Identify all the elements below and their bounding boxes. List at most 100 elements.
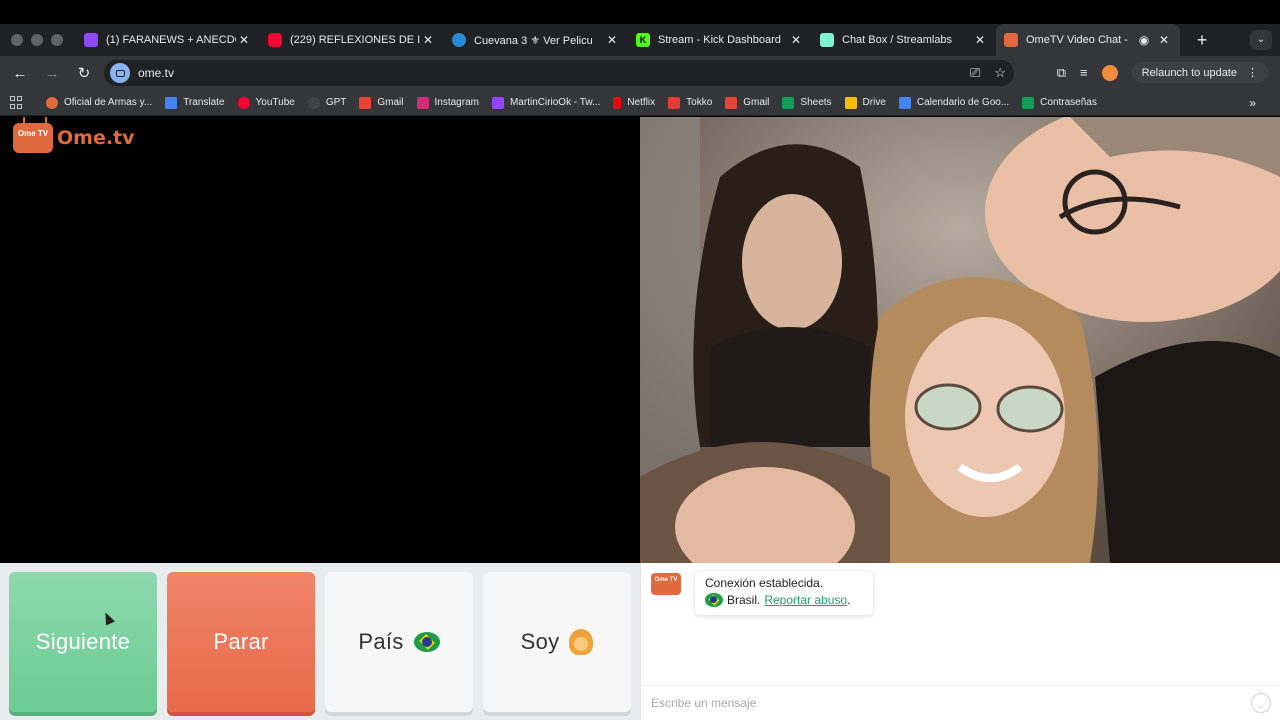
tab-2[interactable]: (229) REFLEXIONES DE I ✕ <box>260 24 444 56</box>
ometv-icon <box>1004 33 1018 47</box>
recording-icon: ◉ <box>1138 33 1150 47</box>
extensions-icon[interactable]: ⧉ <box>1057 65 1066 81</box>
cast-icon[interactable]: ⎚ <box>970 65 980 81</box>
apps-grid-icon[interactable] <box>10 95 24 110</box>
connection-status: Conexión establecida. <box>705 576 824 590</box>
streamlabs-icon <box>820 33 834 47</box>
stop-button[interactable]: Parar <box>167 572 315 712</box>
tab-4[interactable]: K Stream - Kick Dashboard ✕ <box>628 24 812 56</box>
tab-title: (229) REFLEXIONES DE I <box>290 34 420 46</box>
next-label: Siguiente <box>35 629 131 654</box>
next-button[interactable]: Siguiente <box>9 572 157 712</box>
bookmark-passwords[interactable]: Contraseñas <box>1022 96 1097 109</box>
minimize-window-button[interactable] <box>31 34 43 46</box>
profile-avatar[interactable] <box>1101 64 1118 81</box>
bookmark-label: Instagram <box>434 97 479 108</box>
bookmark-instagram[interactable]: Instagram <box>416 96 479 109</box>
brazil-flag-icon <box>705 593 723 607</box>
tab-search-icon[interactable]: ⌄ <box>1250 30 1272 50</box>
chat-logo-badge: Ome TV <box>654 577 678 583</box>
logo-text: Ome.tv <box>57 127 135 149</box>
new-tab-button[interactable]: + <box>1188 30 1216 51</box>
bookmark-twitch[interactable]: MartinCirioOk - Tw... <box>491 96 600 109</box>
logo-badge: Ome TV <box>17 129 49 138</box>
bookmark-tokko[interactable]: Tokko <box>668 96 713 109</box>
tab-title: (1) FARANEWS + ANECDO <box>106 34 236 46</box>
stop-label: Parar <box>213 629 269 654</box>
control-panel: Siguiente Parar País Soy <box>0 563 640 720</box>
bookmark-label: Tokko <box>686 97 713 108</box>
message-input[interactable] <box>651 696 1251 710</box>
partner-country: Brasil. <box>727 593 761 607</box>
bookmark-label: Calendario de Goo... <box>916 97 1010 108</box>
ometv-logo[interactable]: Ome TV Ome.tv <box>13 123 135 153</box>
tab-1[interactable]: (1) FARANEWS + ANECDO ✕ <box>76 24 260 56</box>
passwords-icon <box>1022 96 1035 109</box>
maximize-window-button[interactable] <box>51 34 63 46</box>
netflix-icon <box>613 96 622 109</box>
youtube-icon <box>237 96 250 109</box>
bookmark-label: YouTube <box>255 97 295 108</box>
bookmarks-bar: Oficial de Armas y... Translate YouTube … <box>0 90 1280 116</box>
instagram-icon <box>416 96 429 109</box>
bookmark-sheets[interactable]: Sheets <box>782 96 832 109</box>
close-tab-icon[interactable]: ✕ <box>604 33 620 47</box>
message-input-bar <box>641 685 1280 720</box>
country-button[interactable]: País <box>325 572 473 712</box>
kick-icon: K <box>636 33 650 47</box>
tab-title: OmeTV Video Chat - <box>1026 34 1128 46</box>
tab-6[interactable]: OmeTV Video Chat - ◉ ✕ <box>996 24 1180 56</box>
reload-icon[interactable]: ↻ <box>68 64 100 82</box>
bookmark-gpt[interactable]: GPT <box>307 96 346 109</box>
close-tab-icon[interactable]: ✕ <box>972 33 988 47</box>
bookmark-star-icon[interactable]: ☆ <box>994 65 1006 81</box>
translate-icon <box>165 96 178 109</box>
report-abuse-link[interactable]: Reportar abuso <box>764 593 847 607</box>
country-label: País <box>358 629 404 654</box>
bookmark-gmail[interactable]: Gmail <box>359 96 404 109</box>
window-controls <box>0 34 76 46</box>
bookmark-drive[interactable]: Drive <box>844 96 886 109</box>
emoji-icon[interactable] <box>1251 693 1271 713</box>
back-icon[interactable]: ← <box>4 65 36 82</box>
partner-video <box>640 117 1280 563</box>
bookmark-icon <box>46 96 58 109</box>
gender-button[interactable]: Soy <box>483 572 631 712</box>
more-menu-icon: ⋮ <box>1247 67 1258 79</box>
close-tab-icon[interactable]: ✕ <box>788 33 804 47</box>
bookmark-label: Oficial de Armas y... <box>64 97 153 108</box>
system-message: Conexión establecida. Brasil. Reportar a… <box>695 571 873 615</box>
brazil-flag-icon <box>413 632 440 652</box>
bookmark-youtube[interactable]: YouTube <box>237 96 295 109</box>
bookmark-netflix[interactable]: Netflix <box>613 96 656 109</box>
tv-logo-icon: Ome TV <box>13 123 53 153</box>
drive-icon <box>844 96 857 109</box>
tab-strip: (1) FARANEWS + ANECDO ✕ (229) REFLEXIONE… <box>0 24 1280 56</box>
relaunch-button[interactable]: Relaunch to update ⋮ <box>1131 62 1268 83</box>
bookmark-translate[interactable]: Translate <box>165 96 225 109</box>
bookmark-label: Netflix <box>627 97 656 108</box>
bookmark-label: Drive <box>862 97 886 108</box>
sheets-icon <box>782 96 795 109</box>
close-tab-icon[interactable]: ✕ <box>420 33 436 47</box>
more-bookmarks-icon[interactable]: » <box>1249 96 1256 110</box>
tab-title: Cuevana 3 ⚜ Ver Pelicu <box>474 34 593 47</box>
close-tab-icon[interactable]: ✕ <box>236 33 252 47</box>
bookmark-gmail-2[interactable]: Gmail <box>725 96 769 109</box>
tab-5[interactable]: Chat Box / Streamlabs ✕ <box>812 24 996 56</box>
forward-icon[interactable]: → <box>36 65 68 82</box>
close-tab-icon[interactable]: ✕ <box>1156 33 1172 47</box>
site-info-icon[interactable] <box>110 63 130 83</box>
twitch-icon <box>491 96 504 109</box>
ometv-page: Ome TV Ome.tv Siguiente Parar País Soy O… <box>0 117 1280 720</box>
media-controls-icon[interactable]: ≡ <box>1080 65 1088 80</box>
address-bar[interactable]: ome.tv ⎚ ☆ <box>104 60 1014 86</box>
bookmark-oficial-de-armas[interactable]: Oficial de Armas y... <box>46 96 153 109</box>
twitch-icon <box>84 33 98 47</box>
close-window-button[interactable] <box>11 34 23 46</box>
gender-label: Soy <box>520 629 560 654</box>
bookmark-calendar[interactable]: Calendario de Goo... <box>898 96 1010 109</box>
relaunch-label: Relaunch to update <box>1141 66 1237 79</box>
tab-3[interactable]: Cuevana 3 ⚜ Ver Pelicu ✕ <box>444 24 628 56</box>
gmail-icon <box>725 96 738 109</box>
